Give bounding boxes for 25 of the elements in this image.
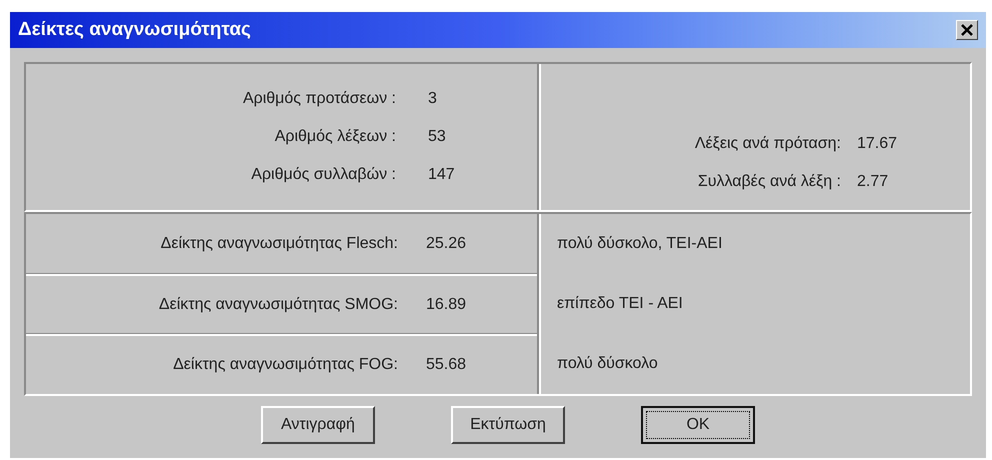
close-button[interactable] [956,20,978,40]
dialog-button[interactable]: Εκτύπωση [451,406,565,444]
difficulty-assessment: πολύ δύσκολο [557,354,658,374]
count-label: Αριθμός συλλαβών : [250,165,396,185]
index-label: Δείκτης αναγνωσιμότητας Flesch: [160,234,398,254]
close-icon [961,24,973,36]
ratio-label: Λέξεις ανά πρόταση: [694,134,841,154]
index-value: 25.26 [426,234,468,254]
index-value: 16.89 [426,294,468,314]
ratio-label: Συλλαβές ανά λέξη : [696,172,841,192]
count-label: Αριθμός προτάσεων : [242,89,396,109]
index-label: Δείκτης αναγνωσιμότητας SMOG: [158,294,398,314]
count-value: 147 [428,165,456,185]
window-title: Δείκτες αναγνωσιμότητας [18,18,251,42]
index-value: 55.68 [426,355,468,375]
difficulty-assessment: πολύ δύσκολο, ΤΕΙ-ΑΕΙ [557,234,722,254]
count-value: 3 [428,89,438,109]
index-label: Δείκτης αναγνωσιμότητας FOG: [172,355,398,375]
count-value: 53 [428,127,447,147]
count-label: Αριθμός λέξεων : [274,127,396,147]
ratio-value: 2.77 [857,172,890,192]
dialog-button[interactable]: OK [641,406,755,444]
difficulty-assessment: επίπεδο ΤΕΙ - ΑΕΙ [557,294,683,314]
ratio-value: 17.67 [857,134,898,154]
dialog-button[interactable]: Αντιγραφή [261,406,375,444]
